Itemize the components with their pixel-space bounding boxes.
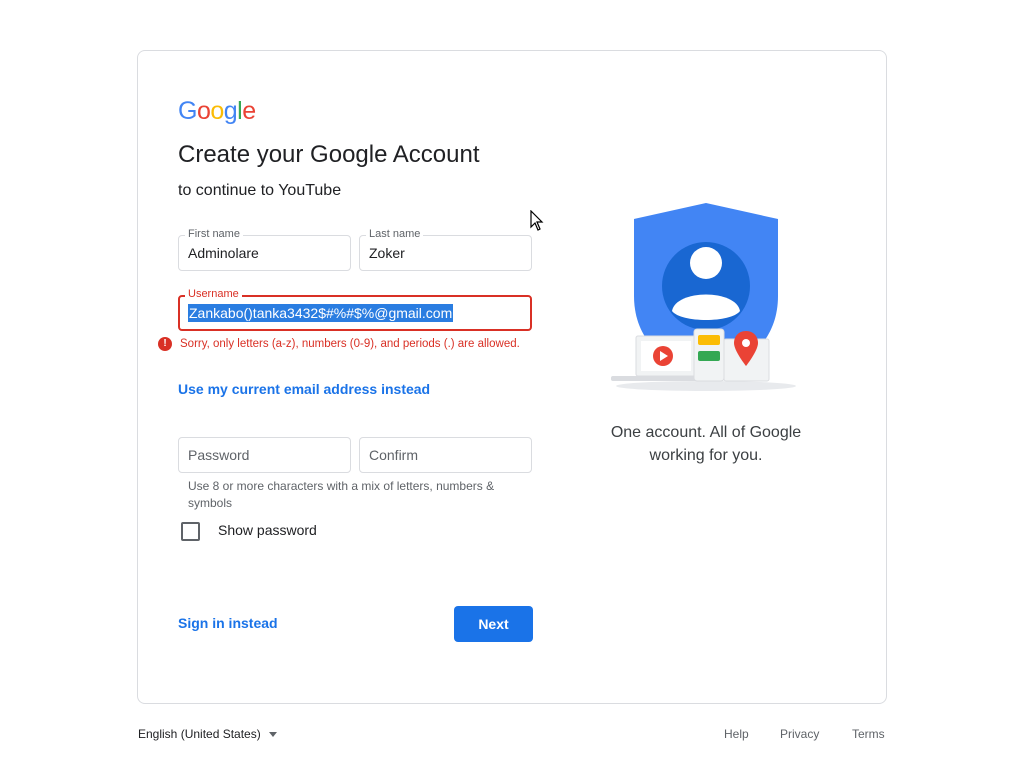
account-shield-icon [606,201,806,401]
caption-line-2: working for you. [649,447,763,464]
caption-line-1: One account. All of Google [610,424,802,441]
username-label: Username [185,288,242,300]
sign-in-instead-link[interactable]: Sign in instead [178,615,278,631]
username-field[interactable]: Username Zankabo()tanka3432$#%#$%@gmail.… [178,288,532,331]
logo-letter: e [242,97,256,125]
logo-letter: g [223,97,238,125]
error-icon: ! [158,337,172,351]
language-selector[interactable]: English (United States) [138,727,277,741]
last-name-value: Zoker [369,245,405,261]
help-link[interactable]: Help [724,727,749,741]
last-name-label: Last name [366,228,424,240]
illustration-caption: One account. All of Google working for y… [586,421,826,467]
first-name-field[interactable]: First name Adminolare [178,228,351,271]
first-name-value: Adminolare [188,245,259,261]
show-password-label[interactable]: Show password [218,522,317,538]
privacy-link[interactable]: Privacy [780,727,819,741]
password-field[interactable]: Password [178,437,351,473]
password-placeholder: Password [188,447,250,463]
logo-letter: o [196,97,211,125]
last-name-field[interactable]: Last name Zoker [359,228,532,271]
google-logo: Google [178,97,256,126]
language-label: English (United States) [138,727,261,741]
username-value: Zankabo()tanka3432$#%#$%@gmail.com [188,304,454,322]
password-hint: Use 8 or more characters with a mix of l… [188,479,495,510]
page-title: Create your Google Account [178,141,480,168]
terms-link[interactable]: Terms [852,727,885,741]
caret-down-icon [268,732,277,738]
logo-letter: o [210,97,224,125]
next-button[interactable]: Next [454,606,533,642]
first-name-label: First name [185,228,243,240]
confirm-placeholder: Confirm [369,447,419,463]
logo-letter: G [178,97,197,125]
mouse-cursor-icon [530,209,544,237]
signup-card: Google Create your Google Account to con… [137,50,887,704]
username-error-text: Sorry, only letters (a-z), numbers (0-9)… [180,338,520,350]
confirm-password-field[interactable]: Confirm [359,437,532,473]
show-password-checkbox[interactable] [181,522,200,541]
use-current-email-link[interactable]: Use my current email address instead [178,381,430,397]
username-error: ! Sorry, only letters (a-z), numbers (0-… [158,337,520,351]
page-subtitle: to continue to YouTube [178,182,342,199]
